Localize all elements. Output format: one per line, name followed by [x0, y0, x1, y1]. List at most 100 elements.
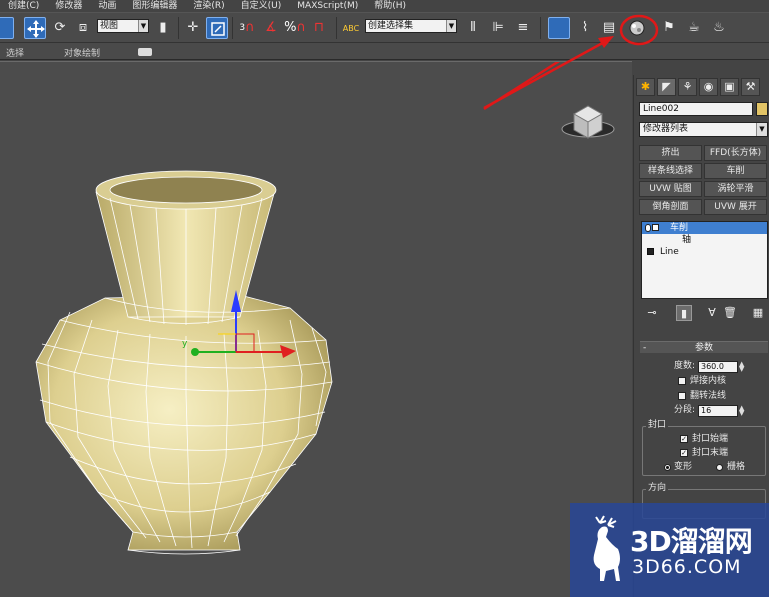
snap-toggle-icon[interactable]: 3∩ — [236, 17, 258, 39]
pin-stack-icon[interactable]: ⊸ — [644, 305, 660, 321]
watermark-brand: 3D溜溜网 — [630, 525, 753, 558]
make-unique-icon[interactable]: ∀ — [704, 305, 720, 321]
vase-model[interactable] — [35, 170, 333, 555]
ffd-box-button[interactable]: FFD(长方体) — [704, 145, 767, 161]
spinner-snap-icon[interactable]: ⊓ — [308, 17, 330, 39]
capping-group-label: 封口 — [646, 420, 669, 431]
hierarchy-tab-icon[interactable]: ⚘ — [678, 78, 697, 96]
keyboard-shortcut-override-button[interactable] — [206, 17, 228, 39]
menu-maxscript[interactable]: MAXScript(M) — [297, 0, 358, 12]
angle-snap-icon[interactable]: ∡ — [260, 17, 282, 39]
select-object-button[interactable] — [0, 17, 14, 39]
uvw-map-button[interactable]: UVW 贴图 — [639, 181, 702, 197]
scene-explorer-button[interactable] — [548, 17, 570, 39]
menu-animation[interactable]: 动画 — [98, 0, 116, 12]
select-manipulate-icon[interactable]: ✛ — [182, 17, 204, 39]
segments-spinner[interactable]: 16 ▲ ▼ — [698, 405, 744, 417]
scale-icon[interactable]: ⧈ — [72, 17, 94, 39]
lathe-button[interactable]: 车削 — [704, 163, 767, 179]
stack-item-lathe[interactable]: 车削 — [642, 222, 767, 234]
render-setup-icon[interactable]: ⚑ — [658, 17, 680, 39]
command-panel-tabs: ✱ ◤ ⚘ ◉ ▣ ⚒ — [636, 78, 768, 96]
edit-named-selection-icon[interactable]: ABC — [340, 17, 362, 39]
utilities-tab-icon[interactable]: ⚒ — [741, 78, 760, 96]
reference-coordinate-dropdown[interactable]: 视图 ▼ — [97, 19, 149, 33]
degrees-spinner[interactable]: 360.0 ▲ ▼ — [698, 361, 744, 373]
move-arrows-icon — [27, 20, 45, 38]
annotation-arrow — [483, 62, 560, 111]
material-editor-icon[interactable] — [626, 17, 648, 39]
object-name-field[interactable]: Line002 — [639, 102, 753, 116]
spline-select-button[interactable]: 样条线选择 — [639, 163, 702, 179]
render-production-icon[interactable]: ♨ — [708, 17, 730, 39]
grid-radio[interactable] — [716, 464, 723, 471]
morph-radio[interactable] — [664, 464, 671, 471]
align-icon[interactable]: ⊫ — [487, 17, 509, 39]
object-color-swatch[interactable] — [756, 102, 768, 116]
deer-logo-icon — [593, 515, 620, 581]
menu-rendering[interactable]: 渲染(R) — [193, 0, 224, 12]
ribbon-toggle[interactable] — [138, 48, 152, 56]
extrude-button[interactable]: 挤出 — [639, 145, 702, 161]
ribbon-bar: 选择 对象绘制 — [0, 43, 769, 60]
perspective-viewport[interactable]: y — [0, 61, 632, 597]
direction-group-label: 方向 — [646, 483, 669, 494]
configure-sets-icon[interactable]: ▦ — [750, 305, 766, 321]
menu-bar: 创建(C) 修改器 动画 图形编辑器 渲染(R) 自定义(U) MAXScrip… — [0, 0, 769, 12]
watermark: 3D溜溜网 3D66.COM — [570, 503, 769, 597]
pivot-icon[interactable]: ▮ — [152, 17, 174, 39]
cap-end-label: 封口末端 — [692, 448, 729, 458]
remove-modifier-icon[interactable]: 🗑 — [722, 305, 738, 321]
named-selection-set-dropdown[interactable]: 创建选择集 ▼ — [365, 19, 457, 33]
layer-manager-icon[interactable]: ≡ — [512, 17, 534, 39]
cap-end-checkbox[interactable]: ✓ — [680, 449, 688, 457]
object-paint-label[interactable]: 对象绘制 — [64, 46, 100, 59]
stack-item-line[interactable]: Line — [642, 246, 767, 258]
weld-core-label: 焊接内核 — [690, 376, 727, 386]
cap-start-label: 封口始端 — [692, 434, 729, 444]
unwrap-uvw-button[interactable]: UVW 展开 — [704, 199, 767, 215]
create-tab-icon[interactable]: ✱ — [636, 78, 655, 96]
select-label[interactable]: 选择 — [6, 46, 24, 59]
turbosmooth-button[interactable]: 涡轮平滑 — [704, 181, 767, 197]
rendered-frame-window-icon[interactable]: ☕ — [683, 17, 705, 39]
motion-tab-icon[interactable]: ◉ — [699, 78, 718, 96]
display-tab-icon[interactable]: ▣ — [720, 78, 739, 96]
menu-customize[interactable]: 自定义(U) — [241, 0, 282, 12]
modifier-list-dropdown[interactable]: 修改器列表 ▼ — [639, 122, 768, 137]
stack-toolbar: ⊸ ▮ ∀ 🗑 ▦ — [640, 305, 768, 323]
cap-start-checkbox[interactable]: ✓ — [680, 435, 688, 443]
segments-label: 分段: — [674, 405, 696, 415]
parameters-rollout-header[interactable]: - 参数 — [640, 341, 768, 353]
viewcube[interactable] — [561, 105, 615, 139]
show-end-result-icon[interactable]: ▮ — [676, 305, 692, 321]
lightbulb-icon[interactable] — [645, 224, 651, 232]
flip-normals-checkbox[interactable] — [678, 392, 686, 400]
collapse-icon[interactable] — [647, 248, 654, 255]
modifier-buttons: 挤出 FFD(长方体) 样条线选择 车削 UVW 贴图 涡轮平滑 倒角剖面 UV… — [639, 145, 768, 215]
degrees-label: 度数: — [674, 361, 696, 371]
menu-modifiers[interactable]: 修改器 — [55, 0, 82, 12]
percent-snap-icon[interactable]: %∩ — [284, 17, 306, 39]
menu-graph-editors[interactable]: 图形编辑器 — [132, 0, 177, 12]
modifier-stack: 车削 轴 Line — [641, 221, 768, 299]
main-toolbar: ⟳ ⧈ 视图 ▼ ▮ ✛ 3∩ ∡ %∩ ⊓ ABC 创建选择集 ▼ ⫴ ⊫ ≡ ⌇… — [0, 12, 769, 43]
menu-help[interactable]: 帮助(H) — [374, 0, 406, 12]
expand-icon[interactable] — [652, 224, 659, 231]
rotate-icon[interactable]: ⟳ — [49, 17, 71, 39]
stack-item-axis[interactable]: 轴 — [642, 234, 767, 246]
weld-core-checkbox[interactable] — [678, 377, 686, 385]
shortcut-icon — [211, 22, 225, 36]
grid-label: 栅格 — [727, 462, 746, 472]
bevel-profile-button[interactable]: 倒角剖面 — [639, 199, 702, 215]
menu-create[interactable]: 创建(C) — [8, 0, 39, 12]
schematic-view-icon[interactable]: ▤ — [598, 17, 620, 39]
flip-normals-label: 翻转法线 — [690, 391, 727, 401]
select-move-button[interactable] — [24, 17, 46, 39]
modify-tab-icon[interactable]: ◤ — [657, 78, 676, 96]
mirror-icon[interactable]: ⫴ — [462, 17, 484, 39]
watermark-site: 3D66.COM — [632, 556, 742, 578]
morph-label: 变形 — [674, 462, 693, 472]
viewport-canvas: y — [35, 62, 615, 555]
curve-editor-icon[interactable]: ⌇ — [574, 17, 596, 39]
